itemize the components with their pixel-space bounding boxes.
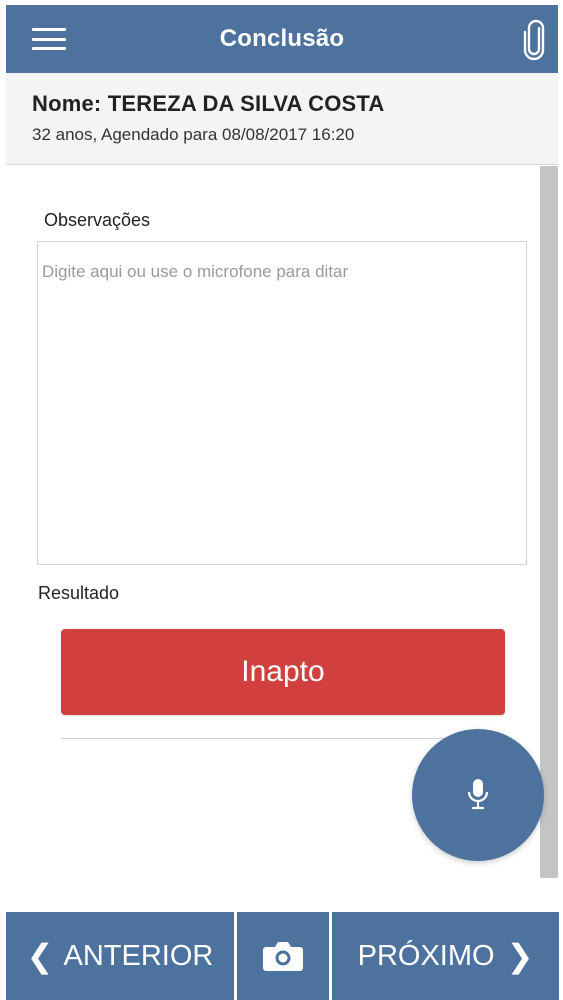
- previous-button[interactable]: ❮ ANTERIOR: [6, 912, 234, 1000]
- patient-header: Nome: TEREZA DA SILVA COSTA 32 anos, Age…: [6, 73, 558, 165]
- menu-icon-line: [32, 28, 66, 31]
- menu-icon-line: [32, 47, 66, 50]
- previous-label: ANTERIOR: [63, 939, 214, 972]
- chevron-left-icon: ❮: [26, 938, 54, 974]
- menu-icon[interactable]: [32, 28, 66, 50]
- top-app-bar: Conclusão: [6, 5, 558, 73]
- divider: [61, 738, 505, 739]
- microphone-icon: [467, 779, 489, 810]
- next-label: PRÓXIMO: [357, 939, 495, 972]
- patient-name: Nome: TEREZA DA SILVA COSTA: [32, 91, 385, 116]
- patient-info: 32 anos, Agendado para 08/08/2017 16:20: [32, 125, 355, 144]
- observations-label: Observações: [44, 210, 151, 230]
- scrollbar-thumb[interactable]: [540, 166, 558, 878]
- result-label: Resultado: [38, 583, 120, 603]
- chevron-right-icon: ❯: [506, 938, 534, 974]
- bottom-navigation: ❮ ANTERIOR PRÓXIMO ❯: [6, 912, 559, 1000]
- result-button[interactable]: Inapto: [61, 629, 505, 715]
- observations-textarea[interactable]: [37, 241, 527, 565]
- paperclip-icon[interactable]: [522, 19, 548, 61]
- scrollbar-track[interactable]: [540, 166, 558, 886]
- page-title: Conclusão: [219, 25, 345, 52]
- microphone-button[interactable]: [412, 729, 544, 861]
- next-button[interactable]: PRÓXIMO ❯: [332, 912, 559, 1000]
- app-root: Conclusão Nome: TEREZA DA SILVA COSTA 32…: [0, 0, 563, 1000]
- menu-icon-line: [32, 37, 66, 41]
- camera-icon: [263, 942, 303, 971]
- camera-button[interactable]: [237, 912, 329, 1000]
